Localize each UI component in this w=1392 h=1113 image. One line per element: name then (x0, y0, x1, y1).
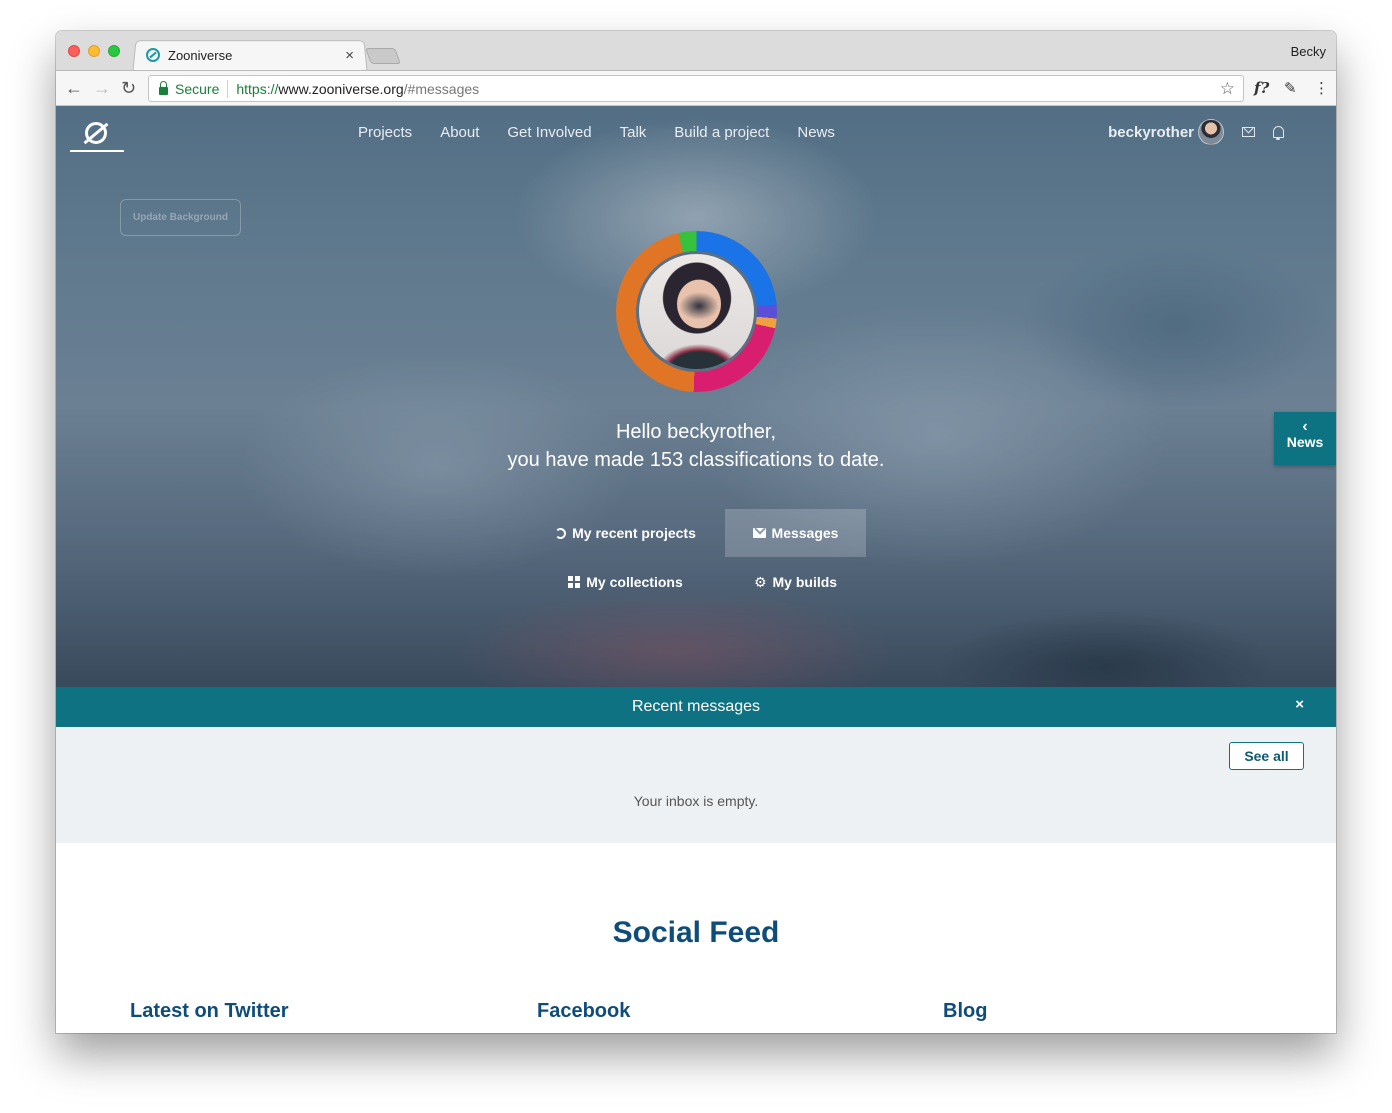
star-icon[interactable]: ☆ (1220, 79, 1235, 99)
omnibox-divider (227, 79, 229, 98)
user-avatar[interactable] (1198, 119, 1224, 145)
tab-close-icon[interactable]: × (345, 48, 354, 63)
my-recent-projects-label: My recent projects (572, 525, 696, 541)
blog-heading: Blog (943, 1000, 988, 1022)
my-collections-link[interactable]: My collections (555, 558, 696, 606)
envelope-icon (752, 528, 766, 538)
classification-ring (616, 231, 777, 392)
browser-tab-content: Zooniverse × (144, 40, 366, 70)
username-link[interactable]: beckyrother (1108, 124, 1194, 141)
recent-messages-title: Recent messages (631, 698, 761, 715)
nav-projects[interactable]: Projects (358, 124, 412, 141)
nav-build-project[interactable]: Build a project (674, 124, 769, 141)
twitter-heading: Latest on Twitter (130, 1000, 289, 1022)
news-side-tab[interactable]: ‹ News (1274, 412, 1336, 465)
back-arrow-icon[interactable]: ← (65, 78, 83, 98)
minimize-window-button[interactable] (88, 45, 100, 57)
tab-title: Zooniverse (168, 47, 233, 63)
recent-messages-header: Recent messages × (56, 687, 1336, 727)
reload-icon[interactable]: ↻ (121, 78, 136, 98)
messages-link[interactable]: Messages (725, 509, 866, 557)
main-nav: Projects About Get Involved Talk Build a… (358, 124, 863, 141)
f-extension-icon[interactable]: f? (1254, 79, 1269, 97)
forward-arrow-icon[interactable]: → (93, 78, 111, 98)
url-path: /#messages (403, 80, 480, 97)
grid-icon (568, 576, 581, 588)
my-builds-link[interactable]: ⚙ My builds (725, 558, 866, 606)
new-tab-button[interactable] (365, 48, 401, 64)
history-icon (555, 527, 567, 539)
my-recent-projects-link[interactable]: My recent projects (555, 509, 696, 557)
page-content: Projects About Get Involved Talk Build a… (56, 106, 1336, 1033)
hero-section: Projects About Get Involved Talk Build a… (56, 106, 1336, 687)
profile-avatar (636, 251, 757, 372)
zooniverse-logo-icon[interactable] (70, 118, 124, 152)
secure-label: Secure (175, 80, 220, 97)
greeting-line-2: you have made 153 classifications to dat… (507, 449, 885, 471)
inbox-empty-text: Your inbox is empty. (633, 793, 759, 809)
recent-messages-panel: See all Your inbox is empty. (56, 727, 1336, 843)
messages-label: Messages (771, 525, 839, 541)
mail-icon[interactable] (1242, 127, 1255, 137)
nav-about[interactable]: About (440, 124, 479, 141)
browser-toolbar: ← → ↻ Secure https:// www.zooniverse.org… (56, 70, 1336, 106)
facebook-heading: Facebook (537, 1000, 631, 1022)
social-feed-title: Social Feed (612, 916, 780, 949)
lock-icon (159, 80, 168, 95)
chevron-left-icon: ‹ (1302, 418, 1308, 435)
update-background-button[interactable]: Update Background (120, 199, 241, 236)
greeting: Hello beckyrother, you have made 153 cla… (56, 418, 1336, 474)
news-tab-label: News (1286, 434, 1324, 450)
my-builds-label: My builds (772, 574, 838, 590)
gear-icon: ⚙ (753, 574, 767, 590)
nav-talk[interactable]: Talk (620, 124, 647, 141)
close-icon[interactable]: × (1295, 696, 1304, 713)
close-window-button[interactable] (68, 45, 80, 57)
address-bar[interactable]: Secure https:// www.zooniverse.org /#mes… (148, 75, 1244, 102)
url-host: www.zooniverse.org (278, 80, 404, 97)
tab-strip: Zooniverse × Becky (56, 31, 1336, 72)
greeting-line-1: Hello beckyrother, (615, 421, 777, 443)
bell-icon[interactable] (1273, 126, 1284, 140)
nav-get-involved[interactable]: Get Involved (507, 124, 591, 141)
menu-icon[interactable]: ⋮ (1314, 79, 1329, 97)
user-menu: beckyrother (1108, 119, 1284, 145)
url-scheme: https:// (236, 80, 279, 97)
browser-window: Zooniverse × Becky ← → ↻ Secure https://… (56, 31, 1336, 1033)
browser-profile-name[interactable]: Becky (1291, 44, 1326, 59)
my-collections-label: My collections (586, 574, 683, 590)
evernote-icon[interactable]: ✎ (1284, 79, 1297, 97)
zoom-window-button[interactable] (108, 45, 120, 57)
zooniverse-favicon-icon (146, 48, 160, 62)
see-all-button[interactable]: See all (1229, 742, 1304, 770)
nav-news[interactable]: News (797, 124, 835, 141)
